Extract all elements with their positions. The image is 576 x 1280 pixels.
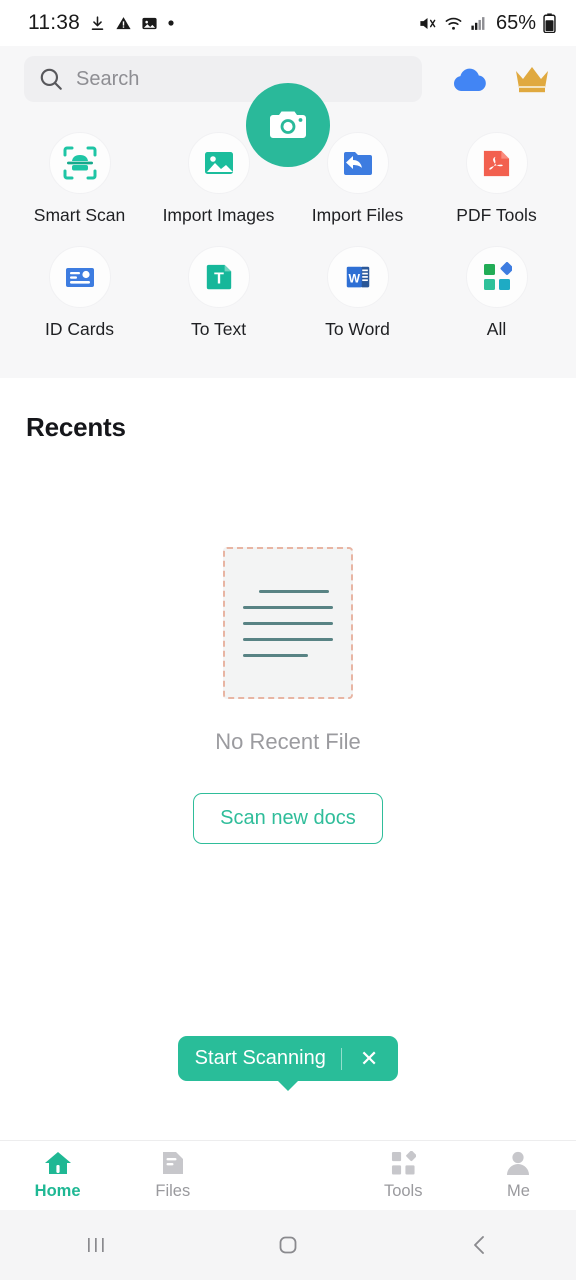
recents-card: Recents No Recent File Scan new docs bbox=[0, 378, 576, 1138]
id-cards-icon bbox=[65, 268, 94, 287]
home-icon bbox=[44, 1152, 71, 1174]
signal-icon bbox=[471, 16, 485, 30]
warning-icon bbox=[116, 16, 131, 29]
search-icon bbox=[40, 68, 62, 90]
tool-label: Import Files bbox=[311, 205, 404, 225]
start-scanning-tooltip: Start Scanning ✕ bbox=[0, 1036, 576, 1091]
home-button[interactable] bbox=[192, 1232, 384, 1258]
tool-label: Import Images bbox=[162, 205, 275, 225]
header-actions bbox=[450, 63, 552, 95]
tool-label: To Word bbox=[325, 319, 390, 339]
status-bar-right: 65% bbox=[418, 12, 556, 35]
battery-icon bbox=[543, 13, 556, 33]
status-time: 11:38 bbox=[28, 11, 80, 34]
tool-to-word[interactable]: W To Word bbox=[288, 242, 427, 348]
camera-icon bbox=[270, 111, 306, 138]
files-icon bbox=[162, 1152, 183, 1174]
wifi-icon bbox=[445, 17, 462, 30]
status-bar-left: 11:38 bbox=[28, 11, 175, 35]
doc-line bbox=[243, 605, 333, 609]
nav-item-files[interactable]: Files bbox=[115, 1150, 230, 1201]
empty-state-text: No Recent File bbox=[215, 729, 361, 754]
tool-label: Smart Scan bbox=[33, 205, 126, 225]
tooltip-divider bbox=[340, 1047, 342, 1070]
tool-icon-wrapper bbox=[48, 246, 111, 308]
tool-label: All bbox=[486, 319, 507, 339]
nav-item-tools[interactable]: Tools bbox=[346, 1150, 461, 1201]
nav-label: Me bbox=[506, 1182, 530, 1200]
tool-icon-wrapper: T bbox=[187, 246, 250, 308]
tools-icon bbox=[391, 1150, 416, 1175]
empty-state: No Recent File Scan new docs bbox=[0, 547, 576, 844]
tooltip-label: Start Scanning bbox=[194, 1047, 326, 1069]
tool-smart-scan[interactable]: Smart Scan bbox=[10, 128, 149, 234]
tool-to-text[interactable]: T To Text bbox=[149, 242, 288, 348]
tool-icon-wrapper: W bbox=[326, 246, 389, 308]
battery-percent: 65% bbox=[495, 11, 536, 34]
image-icon bbox=[142, 17, 157, 29]
back-icon bbox=[474, 1236, 484, 1254]
tool-icon-wrapper bbox=[465, 132, 528, 194]
recent-apps-icon bbox=[88, 1238, 104, 1252]
tool-id-cards[interactable]: ID Cards bbox=[10, 242, 149, 348]
search-placeholder: Search bbox=[76, 67, 140, 90]
home-square-icon bbox=[279, 1236, 297, 1254]
import-images-icon bbox=[204, 152, 233, 174]
nav-label: Home bbox=[34, 1182, 81, 1200]
import-files-icon bbox=[343, 152, 372, 175]
crown-icon[interactable] bbox=[512, 63, 552, 95]
tool-icon-wrapper bbox=[465, 246, 528, 308]
empty-document-illustration bbox=[223, 547, 353, 699]
nav-label: Files bbox=[155, 1182, 191, 1200]
nav-item-me[interactable]: Me bbox=[461, 1150, 576, 1201]
tool-pdf-tools[interactable]: PDF Tools bbox=[427, 128, 566, 234]
nav-label: Tools bbox=[383, 1181, 423, 1200]
cloud-icon[interactable] bbox=[450, 64, 490, 94]
mute-icon bbox=[420, 17, 436, 29]
status-bar: 11:38 65% bbox=[0, 0, 576, 46]
tool-label: To Text bbox=[190, 319, 247, 339]
doc-line bbox=[243, 637, 333, 641]
tool-label: ID Cards bbox=[44, 319, 115, 339]
doc-line bbox=[259, 589, 330, 593]
camera-fab-button[interactable] bbox=[246, 83, 330, 167]
bottom-navigation: Home Files Tools Me bbox=[0, 1140, 576, 1210]
dot-icon bbox=[168, 20, 174, 26]
tool-all[interactable]: All bbox=[427, 242, 566, 348]
close-icon[interactable]: ✕ bbox=[357, 1047, 381, 1070]
tool-label: PDF Tools bbox=[456, 205, 537, 225]
android-navigation-bar bbox=[0, 1210, 576, 1280]
download-icon bbox=[91, 15, 104, 30]
back-button[interactable] bbox=[384, 1232, 576, 1258]
tool-icon-wrapper bbox=[48, 132, 111, 194]
doc-line bbox=[243, 653, 308, 657]
tooltip-body: Start Scanning ✕ bbox=[177, 1036, 399, 1081]
doc-line bbox=[243, 621, 333, 625]
recent-apps-button[interactable] bbox=[0, 1232, 192, 1258]
svg-text:W: W bbox=[348, 272, 360, 286]
to-word-icon: W bbox=[346, 266, 369, 288]
pdf-tools-icon bbox=[483, 150, 510, 176]
all-tools-icon bbox=[483, 262, 512, 290]
tool-icon-wrapper bbox=[187, 132, 250, 194]
person-icon bbox=[507, 1151, 530, 1175]
smart-scan-icon bbox=[63, 146, 96, 180]
scan-new-docs-button[interactable]: Scan new docs bbox=[193, 793, 383, 844]
tooltip-arrow bbox=[278, 1081, 298, 1091]
svg-text:T: T bbox=[214, 271, 224, 288]
search-input[interactable]: Search bbox=[24, 56, 422, 102]
page-title: Recents bbox=[26, 412, 126, 442]
to-text-icon: T bbox=[206, 264, 231, 290]
tool-icon-wrapper bbox=[326, 132, 389, 194]
nav-item-home[interactable]: Home bbox=[0, 1150, 115, 1201]
